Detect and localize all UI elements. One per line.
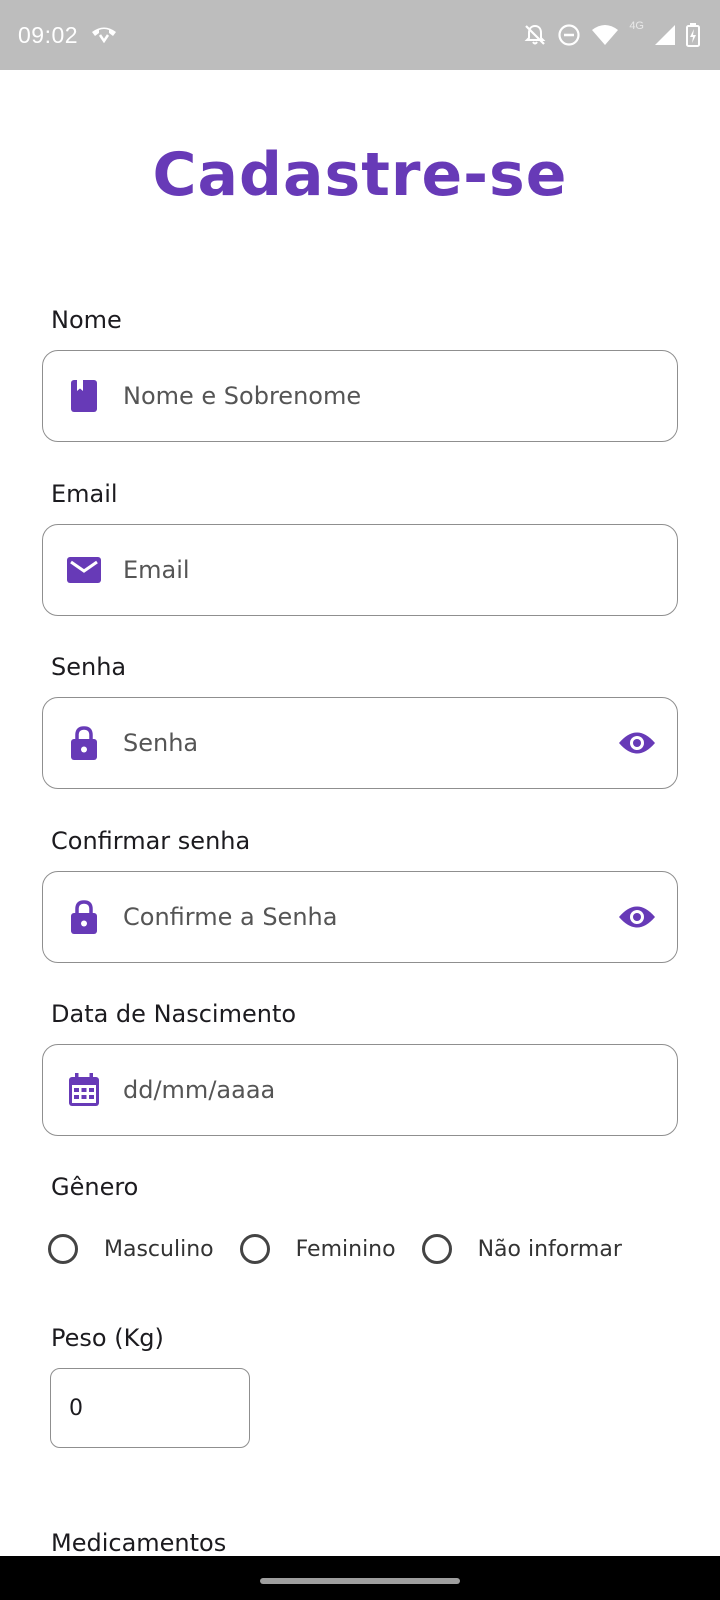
weight-label: Peso (Kg) [51,1324,164,1352]
lock-icon [65,898,103,936]
page-title: Cadastre-se [152,140,568,210]
alarm-off-icon [523,23,547,47]
mail-icon [65,551,103,589]
email-input[interactable] [123,525,593,615]
navigation-bar [0,1556,720,1600]
gender-option-feminino[interactable]: Feminino [239,1234,396,1264]
gender-option-masculino[interactable]: Masculino [48,1234,214,1264]
birth-date-field[interactable] [42,1044,678,1136]
home-gesture-handle[interactable] [260,1578,460,1584]
password-label: Senha [51,653,127,681]
radio-button[interactable] [239,1234,270,1264]
status-time: 09:02 [18,21,79,48]
battery-icon [686,23,700,47]
radio-label: Feminino [295,1236,396,1262]
name-label: Nome [51,306,122,334]
confirm-password-label: Confirmar senha [51,827,251,855]
name-input[interactable] [123,351,593,441]
calendar-icon [65,1071,103,1109]
weight-field[interactable] [50,1368,250,1448]
radio-button[interactable] [421,1234,452,1264]
birth-date-label: Data de Nascimento [51,1000,297,1028]
network-type: 4G [629,20,644,32]
confirm-password-input[interactable] [123,872,593,962]
call-end-icon [90,23,118,47]
gender-label: Gênero [51,1173,139,1201]
email-field[interactable] [42,524,678,616]
password-input[interactable] [123,698,593,788]
weight-input[interactable] [69,1369,229,1447]
badge-icon [65,377,103,415]
wifi-icon [591,24,619,46]
email-label: Email [51,480,118,508]
radio-button[interactable] [48,1234,78,1264]
do-not-disturb-icon [557,23,581,47]
radio-label: Masculino [104,1236,214,1262]
birth-date-input[interactable] [123,1045,593,1135]
radio-label: Não informar [477,1236,622,1262]
status-right: 4G [523,20,700,47]
name-field[interactable] [42,350,678,442]
status-left: 09:02 [18,22,118,49]
gender-radio-group: Masculino Feminino Não informar [48,1232,648,1266]
medications-label: Medicamentos [51,1529,227,1557]
status-bar: 09:02 4G [0,0,720,70]
password-field[interactable] [42,697,678,789]
gender-option-nao-informar[interactable]: Não informar [421,1234,622,1264]
confirm-password-field[interactable] [42,871,678,963]
signal-icon [654,24,676,46]
eye-icon[interactable] [615,895,659,939]
lock-icon [65,724,103,762]
eye-icon[interactable] [615,721,659,765]
